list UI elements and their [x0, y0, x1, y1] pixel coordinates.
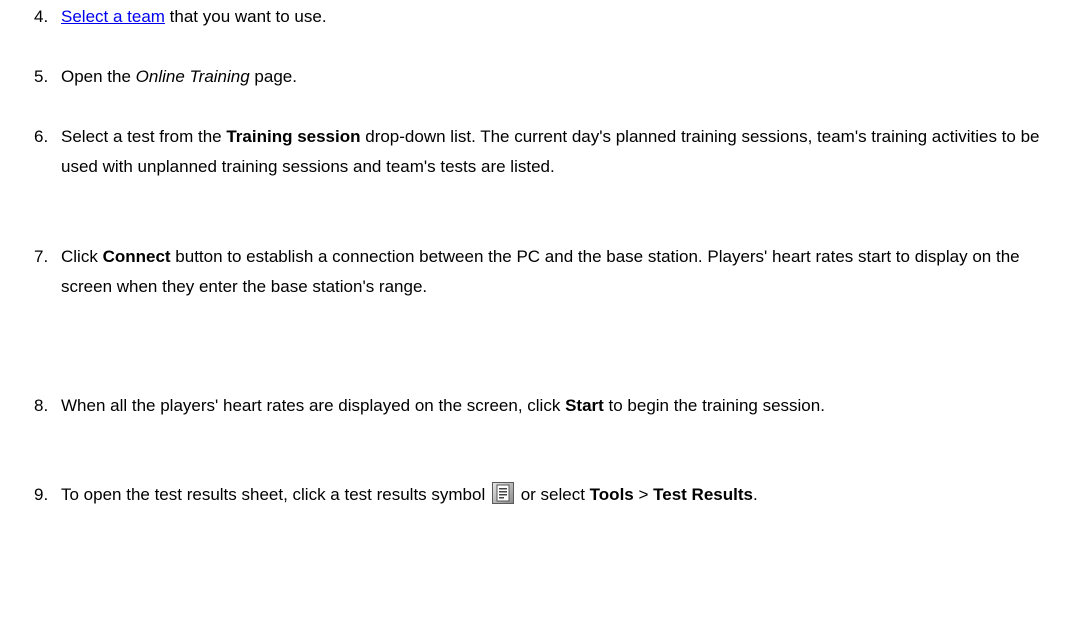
step-6: 6. Select a test from the Training sessi…: [34, 122, 1064, 182]
step-text-part: Click: [61, 247, 103, 266]
step-text-part: Select a test from the: [61, 127, 227, 146]
step-number: 6.: [34, 127, 49, 146]
test-results-icon[interactable]: [491, 482, 514, 504]
step-text: When all the players' heart rates are di…: [61, 391, 1064, 421]
step-text-part: that you want to use.: [164, 7, 327, 26]
step-number: 4.: [34, 7, 49, 26]
menu-test-results: Test Results: [653, 485, 753, 504]
page-name: Online Training: [135, 67, 250, 86]
instruction-steps: 4. Select a team that you want to use. 5…: [0, 0, 1083, 631]
step-text: Select a test from the Training session …: [61, 122, 1064, 182]
step-text-part: button to establish a connection between…: [61, 247, 1020, 296]
select-team-link[interactable]: Select a team: [61, 7, 165, 26]
step-number: 8.: [34, 396, 49, 415]
step-text-part: page.: [249, 67, 297, 86]
step-text-part: .: [752, 485, 758, 504]
step-text-part: or select: [515, 485, 590, 504]
step-number: 7.: [34, 247, 49, 266]
menu-separator: >: [633, 485, 654, 504]
ui-term: Start: [565, 396, 604, 415]
ui-term: Connect: [102, 247, 171, 266]
step-text: Open the Online Training page.: [61, 62, 1064, 92]
step-text: Select a team that you want to use.: [61, 2, 1064, 32]
step-number: 5.: [34, 67, 49, 86]
step-9: 9. To open the test results sheet, click…: [34, 480, 1064, 510]
step-text: Click Connect button to establish a conn…: [61, 242, 1064, 302]
step-7: 7. Click Connect button to establish a c…: [34, 242, 1064, 302]
step-text-part: When all the players' heart rates are di…: [61, 396, 566, 415]
step-text-part: to begin the training session.: [603, 396, 825, 415]
test-results-icon-graphic: [491, 482, 514, 504]
step-number: 9.: [34, 485, 49, 504]
step-text-part: Open the: [61, 67, 136, 86]
step-text: To open the test results sheet, click a …: [61, 480, 1064, 510]
ui-term: Training session: [226, 127, 361, 146]
menu-tools: Tools: [589, 485, 634, 504]
step-4: 4. Select a team that you want to use.: [34, 2, 1064, 32]
step-5: 5. Open the Online Training page.: [34, 62, 1064, 92]
step-text-part: To open the test results sheet, click a …: [61, 485, 490, 504]
step-8: 8. When all the players' heart rates are…: [34, 391, 1064, 421]
